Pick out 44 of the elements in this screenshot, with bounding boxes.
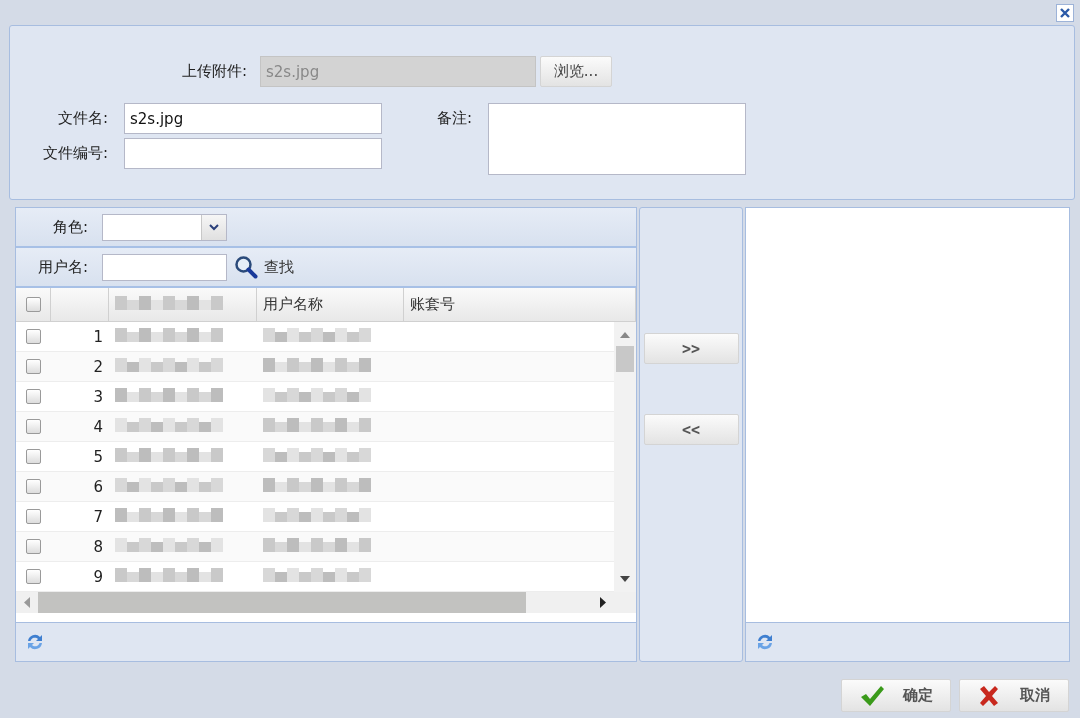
x-icon (978, 684, 1000, 707)
username-label: 用户名: (36, 257, 89, 277)
row-number: 6 (93, 477, 103, 496)
checkbox[interactable] (26, 329, 41, 344)
search-icon (234, 255, 258, 279)
checkmark-icon (859, 684, 885, 707)
role-label: 角色: (51, 217, 89, 237)
username-field[interactable] (102, 253, 227, 281)
checkbox[interactable] (26, 509, 41, 524)
role-dropdown[interactable] (102, 213, 227, 241)
upload-label: 上传附件: (180, 62, 248, 81)
checkbox[interactable] (26, 359, 41, 374)
row-number: 3 (93, 387, 103, 406)
column-header[interactable]: 用户名称 (263, 295, 323, 314)
checkbox[interactable] (26, 389, 41, 404)
column-header[interactable]: 账套号 (410, 295, 455, 314)
checkbox[interactable] (26, 539, 41, 554)
search-button[interactable]: 查找 (234, 255, 294, 279)
ok-button[interactable]: 确定 (841, 679, 951, 712)
field-label: 文件名: (56, 109, 109, 128)
text-field[interactable] (124, 138, 382, 169)
checkbox[interactable] (26, 479, 41, 494)
checkbox[interactable] (26, 449, 41, 464)
remark-label: 备注: (435, 109, 473, 128)
chevron-down-icon (209, 223, 219, 231)
row-number: 9 (93, 567, 103, 586)
checkbox[interactable] (26, 419, 41, 434)
scrollbar-thumb[interactable] (38, 592, 526, 613)
move-button[interactable]: >> (643, 333, 739, 364)
row-number: 1 (93, 327, 103, 346)
row-number: 2 (93, 357, 103, 376)
move-button[interactable]: << (643, 414, 739, 445)
text-field[interactable]: s2s.jpg (124, 103, 382, 134)
checkbox[interactable] (26, 569, 41, 584)
field-label: 文件编号: (41, 144, 109, 163)
row-number: 4 (93, 417, 103, 436)
row-number: 5 (93, 447, 103, 466)
row-number: 7 (93, 507, 103, 526)
scrollbar-thumb[interactable] (616, 346, 634, 372)
close-icon[interactable] (1056, 3, 1074, 22)
remark-field[interactable] (488, 103, 746, 175)
checkbox[interactable] (25, 297, 41, 312)
row-number: 8 (93, 537, 103, 556)
cancel-button[interactable]: 取消 (959, 679, 1069, 712)
